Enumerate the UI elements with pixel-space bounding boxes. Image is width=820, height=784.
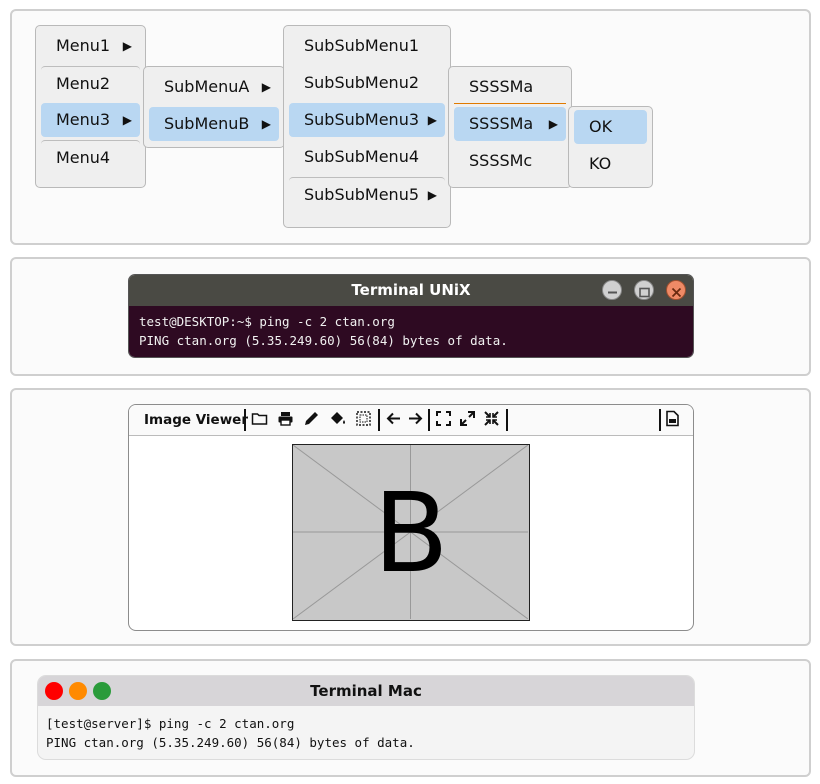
toolbar-separator — [506, 409, 508, 431]
menu-item-label: KO — [589, 154, 612, 173]
menu-item-menu4[interactable]: Menu4 — [41, 140, 140, 174]
pencil-icon[interactable] — [303, 410, 320, 432]
menu-item-menu1[interactable]: Menu1 ▶ — [41, 29, 140, 63]
selection-icon[interactable] — [355, 410, 372, 432]
mac-terminal-titlebar[interactable]: Terminal Mac — [38, 676, 694, 706]
maximize-icon[interactable] — [93, 682, 111, 700]
menu-item-label: SubMenuB — [164, 114, 250, 133]
maximize-icon[interactable] — [634, 280, 654, 300]
menu-level4: SSSSMa SSSSMa ▶ SSSSMc — [448, 66, 572, 188]
toolbar-separator — [659, 409, 661, 431]
terminal-line: [test@server]$ ping -c 2 ctan.org — [46, 716, 295, 731]
menu-item-submenub[interactable]: SubMenuB ▶ — [149, 107, 279, 141]
image-viewer-title: Image Viewer — [144, 412, 248, 428]
print-icon[interactable] — [277, 410, 294, 432]
menu-item-ssssmc[interactable]: SSSSMc — [454, 144, 566, 178]
menu-item-label: SubSubMenu5 — [304, 185, 420, 204]
minimize-icon[interactable] — [602, 280, 622, 300]
menu-item-subsubmenu4[interactable]: SubSubMenu4 — [289, 140, 445, 174]
close-icon[interactable] — [666, 280, 686, 300]
mac-terminal-title: Terminal Mac — [310, 682, 422, 700]
menu-item-ssssma-2[interactable]: SSSSMa ▶ — [454, 107, 566, 141]
menu-item-label: SubSubMenu1 — [304, 36, 420, 55]
fit-screen-icon[interactable] — [435, 410, 452, 432]
menu-level5: OK KO — [568, 106, 653, 188]
toolbar-separator — [244, 409, 246, 431]
mac-terminal-output[interactable]: [test@server]$ ping -c 2 ctan.org PING c… — [38, 706, 694, 759]
menu-item-label: SubSubMenu3 — [304, 110, 420, 129]
menu-item-ssssma-1[interactable]: SSSSMa — [454, 70, 566, 104]
submenu-arrow-icon: ▶ — [261, 80, 271, 94]
menu-item-label: SubMenuA — [164, 77, 250, 96]
terminal-line: PING ctan.org (5.35.249.60) 56(84) bytes… — [139, 333, 508, 348]
image-viewer-window: Image Viewer B — [128, 404, 694, 631]
submenu-arrow-icon: ▶ — [427, 188, 437, 202]
menu-item-label: SSSSMa — [469, 77, 534, 96]
submenu-arrow-icon: ▶ — [261, 117, 271, 131]
menu-item-label: Menu4 — [56, 148, 111, 167]
menu-item-label: OK — [589, 117, 613, 136]
shrink-icon[interactable] — [483, 410, 500, 432]
image-viewer-toolbar: Image Viewer — [129, 405, 693, 436]
arrow-right-icon[interactable] — [407, 410, 424, 432]
submenu-arrow-icon: ▶ — [548, 117, 558, 131]
menu-item-ko[interactable]: KO — [574, 147, 647, 181]
paint-bucket-icon[interactable] — [329, 410, 347, 432]
menu-item-subsubmenu2[interactable]: SubSubMenu2 — [289, 66, 445, 100]
menu-item-submenua[interactable]: SubMenuA ▶ — [149, 70, 279, 104]
file-image-icon[interactable] — [665, 410, 680, 432]
unix-terminal-title: Terminal UNiX — [351, 281, 471, 299]
placeholder-letter: B — [373, 469, 449, 597]
menu-item-label: SSSSMa — [469, 114, 534, 133]
unix-terminal-window[interactable]: Terminal UNiX test@DESKTOP:~$ ping -c 2 … — [128, 274, 694, 358]
toolbar-separator — [428, 409, 430, 431]
menu-item-label: SSSSMc — [469, 151, 533, 170]
terminal-line: PING ctan.org (5.35.249.60) 56(84) bytes… — [46, 735, 415, 750]
menu-item-label: Menu1 — [56, 36, 111, 55]
menu-item-subsubmenu3[interactable]: SubSubMenu3 ▶ — [289, 103, 445, 137]
menu-item-label: SubSubMenu2 — [304, 73, 420, 92]
arrow-left-icon[interactable] — [385, 410, 402, 432]
terminal-line: test@DESKTOP:~$ ping -c 2 ctan.org — [139, 314, 395, 329]
minimize-icon[interactable] — [69, 682, 87, 700]
menu-item-label: SubSubMenu4 — [304, 147, 420, 166]
menu-item-subsubmenu5[interactable]: SubSubMenu5 ▶ — [289, 177, 445, 211]
menu-level1: Menu1 ▶ Menu2 Menu3 ▶ Menu4 — [35, 25, 146, 188]
unix-terminal-titlebar[interactable]: Terminal UNiX — [129, 275, 693, 306]
close-icon[interactable] — [45, 682, 63, 700]
toolbar-separator — [378, 409, 380, 431]
menu-item-menu2[interactable]: Menu2 — [41, 66, 140, 100]
unix-terminal-output[interactable]: test@DESKTOP:~$ ping -c 2 ctan.org PING … — [129, 306, 693, 357]
mac-terminal-window[interactable]: Terminal Mac [test@server]$ ping -c 2 ct… — [37, 675, 695, 760]
menu-item-ok[interactable]: OK — [574, 110, 647, 144]
menu-item-subsubmenu1[interactable]: SubSubMenu1 — [289, 29, 445, 63]
menu-item-label: Menu2 — [56, 74, 111, 93]
submenu-arrow-icon: ▶ — [122, 113, 132, 127]
menu-item-menu3[interactable]: Menu3 ▶ — [41, 103, 140, 137]
folder-icon[interactable] — [251, 410, 268, 432]
image-placeholder: B — [292, 444, 530, 621]
menu-level2: SubMenuA ▶ SubMenuB ▶ — [143, 66, 285, 148]
menu-item-label: Menu3 — [56, 110, 111, 129]
submenu-arrow-icon: ▶ — [427, 113, 437, 127]
expand-icon[interactable] — [459, 410, 476, 432]
submenu-arrow-icon: ▶ — [122, 39, 132, 53]
menu-level3: SubSubMenu1 SubSubMenu2 SubSubMenu3 ▶ Sub… — [283, 25, 451, 228]
